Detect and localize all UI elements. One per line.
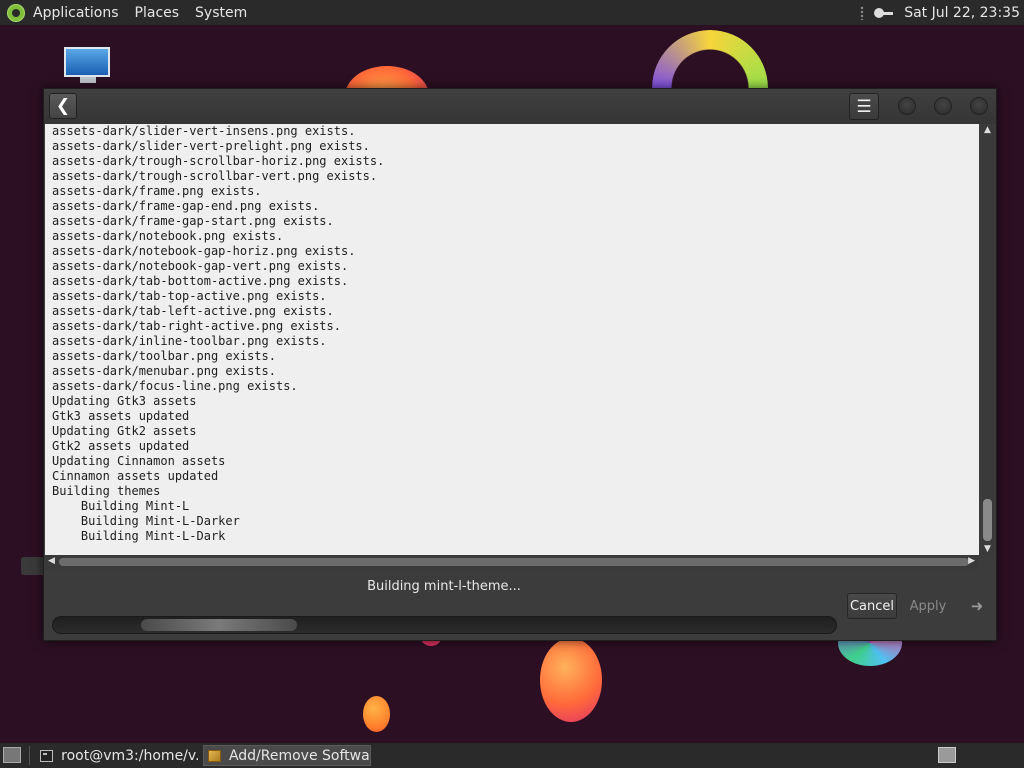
terminal-line: assets-dark/menubar.png exists. — [52, 364, 276, 378]
terminal-line: assets-dark/toolbar.png exists. — [52, 349, 276, 363]
terminal-line: assets-dark/notebook-gap-horiz.png exist… — [52, 244, 356, 258]
cancel-button[interactable]: Cancel — [847, 593, 897, 619]
terminal-output[interactable]: assets-dark/slider-vert-insens.png exist… — [45, 124, 979, 555]
scroll-left-icon[interactable]: ◀ — [48, 556, 55, 566]
menu-button[interactable]: ☰ — [849, 93, 879, 120]
workspace-switcher[interactable] — [938, 747, 956, 763]
progress-bar — [52, 616, 837, 634]
vertical-scrollbar[interactable]: ▲ ▼ — [981, 124, 994, 555]
terminal-line: Building Mint-L-Darker — [52, 514, 240, 528]
taskbar-item-terminal[interactable]: root@vm3:/home/v... — [36, 745, 198, 766]
progress-pulse — [141, 619, 297, 631]
back-arrow-icon: ❮ — [55, 96, 71, 116]
terminal-line: Cinnamon assets updated — [52, 469, 219, 483]
forward-arrow-icon: ➜ — [970, 597, 984, 615]
hamburger-menu-icon: ☰ — [856, 96, 872, 117]
panel-separator — [29, 746, 30, 765]
taskbar-item-label: root@vm3:/home/v... — [61, 747, 198, 764]
terminal-line: assets-dark/tab-right-active.png exists. — [52, 319, 341, 333]
terminal-line: assets-dark/inline-toolbar.png exists. — [52, 334, 327, 348]
package-icon — [208, 749, 221, 762]
apply-button[interactable]: Apply — [904, 593, 952, 619]
monitor-icon — [64, 47, 110, 77]
terminal-line: assets-dark/trough-scrollbar-horiz.png e… — [52, 154, 385, 168]
terminal-line: assets-dark/tab-top-active.png exists. — [52, 289, 327, 303]
scroll-up-icon[interactable]: ▲ — [981, 124, 994, 136]
terminal-line: assets-dark/tab-bottom-active.png exists… — [52, 274, 349, 288]
status-label: Building mint-l-theme... — [367, 579, 521, 594]
top-panel: Applications Places System Sat Jul 22, 2… — [0, 0, 1024, 25]
back-button[interactable]: ❮ — [49, 93, 77, 119]
terminal-line: assets-dark/trough-scrollbar-vert.png ex… — [52, 169, 378, 183]
terminal-line: assets-dark/frame-gap-start.png exists. — [52, 214, 334, 228]
terminal-line: assets-dark/slider-vert-insens.png exist… — [52, 124, 356, 138]
terminal-line: assets-dark/notebook-gap-vert.png exists… — [52, 259, 349, 273]
scrollbar-thumb[interactable] — [59, 558, 969, 566]
maximize-button[interactable] — [934, 97, 952, 115]
computer-desktop-icon[interactable] — [64, 47, 112, 87]
terminal-line: assets-dark/frame.png exists. — [52, 184, 262, 198]
scrollbar-thumb[interactable] — [983, 499, 992, 541]
mint-logo-icon[interactable] — [7, 3, 25, 22]
terminal-line: Updating Cinnamon assets — [52, 454, 226, 468]
terminal-line: assets-dark/slider-vert-prelight.png exi… — [52, 139, 370, 153]
terminal-line: Gtk2 assets updated — [52, 439, 190, 453]
bottom-panel: root@vm3:/home/v... Add/Remove Software — [0, 743, 1024, 768]
terminal-line: Building themes — [52, 484, 161, 498]
clock[interactable]: Sat Jul 22, 23:35 — [904, 5, 1020, 21]
terminal-line: Building Mint-L-Dark — [52, 529, 226, 543]
handle-icon — [860, 5, 865, 20]
window-titlebar[interactable]: ❮ ☰ — [44, 89, 996, 124]
panel-tray: Sat Jul 22, 23:35 — [860, 0, 1024, 25]
terminal-line: Updating Gtk3 assets — [52, 394, 197, 408]
desktop-widget — [21, 557, 45, 575]
terminal-line: assets-dark/frame-gap-end.png exists. — [52, 199, 320, 213]
taskbar-item-label: Add/Remove Software — [228, 747, 370, 764]
forward-button[interactable]: ➜ — [966, 595, 988, 617]
taskbar-item-add-remove-software[interactable]: Add/Remove Software — [203, 745, 371, 766]
terminal-line: Gtk3 assets updated — [52, 409, 190, 423]
scroll-right-icon[interactable]: ▶ — [968, 556, 975, 566]
add-remove-software-window: ❮ ☰ assets-dark/slider-vert-insens.png e… — [43, 88, 997, 641]
horizontal-scrollbar[interactable]: ◀ ▶ — [45, 555, 979, 569]
scroll-down-icon[interactable]: ▼ — [981, 543, 994, 555]
wallpaper-bubble — [540, 638, 602, 722]
terminal-icon — [40, 749, 54, 762]
terminal-line: Building Mint-L — [52, 499, 190, 513]
menu-system[interactable]: System — [195, 5, 247, 21]
terminal-line: Updating Gtk2 assets — [52, 424, 197, 438]
menu-places[interactable]: Places — [135, 5, 180, 21]
terminal-line: assets-dark/notebook.png exists. — [52, 229, 284, 243]
wallpaper-bubble — [363, 696, 390, 732]
show-desktop-icon[interactable] — [3, 747, 21, 763]
menu-applications[interactable]: Applications — [33, 5, 119, 21]
close-button[interactable] — [970, 97, 988, 115]
terminal-line: assets-dark/tab-left-active.png exists. — [52, 304, 334, 318]
terminal-line: assets-dark/focus-line.png exists. — [52, 379, 298, 393]
minimize-button[interactable] — [898, 97, 916, 115]
key-icon[interactable] — [874, 7, 894, 19]
